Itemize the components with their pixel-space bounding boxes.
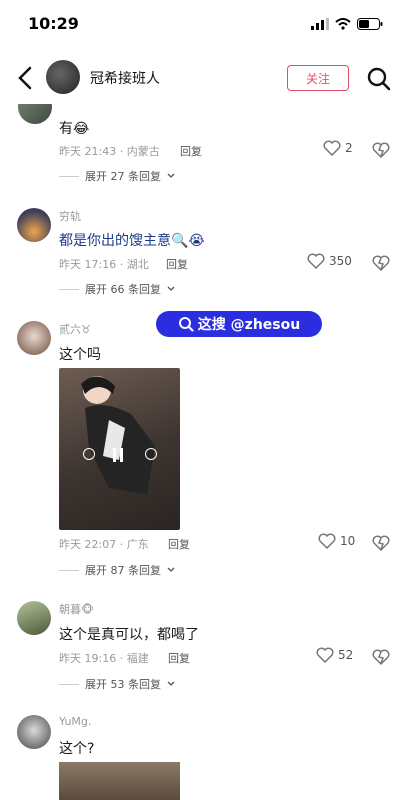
commenter-name[interactable]: 贰六♉: [59, 321, 91, 337]
reply-button[interactable]: 回复: [168, 536, 190, 552]
commenter-name[interactable]: 穷轨: [59, 208, 81, 224]
heart-icon: [318, 533, 336, 549]
commenter-avatar[interactable]: [17, 321, 51, 355]
expand-replies[interactable]: 展开 53 条回复: [59, 676, 175, 692]
commenter-name[interactable]: YuMg.: [59, 715, 91, 728]
back-arrow-icon[interactable]: [14, 64, 38, 92]
commenter-avatar[interactable]: [17, 208, 51, 242]
comment-text: 这个是真可以，都喝了: [59, 627, 199, 643]
chevron-down-icon: [167, 567, 175, 572]
comment-text: 有😂: [59, 121, 90, 137]
comment-time: 昨天 21:43: [59, 145, 117, 158]
watermark-badge: 这搜 @zhesou: [156, 311, 322, 337]
chevron-down-icon: [167, 681, 175, 686]
expand-replies[interactable]: 展开 66 条回复: [59, 281, 175, 297]
expand-label: 展开 53 条回复: [85, 678, 161, 691]
user-avatar[interactable]: [46, 60, 80, 94]
like-count: 350: [329, 254, 352, 268]
comment-meta: 昨天 22:07 · 广东: [59, 538, 149, 551]
heart-icon: [316, 647, 334, 663]
expand-divider: [59, 175, 79, 177]
comment-text: 这个吗: [59, 347, 101, 363]
signal-icon: [311, 18, 329, 30]
search-icon[interactable]: [366, 66, 392, 92]
wifi-icon: [335, 18, 351, 30]
expand-divider: [59, 288, 79, 290]
like-count: 52: [338, 648, 354, 662]
expand-label: 展开 66 条回复: [85, 283, 161, 296]
reply-button[interactable]: 回复: [166, 256, 188, 272]
comment-meta: 昨天 17:16 · 湖北: [59, 258, 149, 271]
battery-icon: [357, 18, 383, 30]
comment-video[interactable]: [59, 368, 180, 530]
search-icon: [178, 317, 194, 332]
expand-label: 展开 27 条回复: [85, 170, 161, 183]
pause-icon[interactable]: [113, 448, 125, 462]
status-icons: [311, 14, 383, 34]
heart-icon: [323, 140, 341, 156]
like-button[interactable]: 350: [307, 253, 352, 269]
dislike-icon[interactable]: [372, 254, 390, 272]
expand-divider: [59, 683, 79, 685]
expand-replies[interactable]: 展开 27 条回复: [59, 168, 175, 184]
comment-time: 昨天 19:16: [59, 652, 117, 665]
reply-button[interactable]: 回复: [168, 650, 190, 666]
comment-video[interactable]: [59, 762, 180, 800]
forward-icon[interactable]: [145, 448, 157, 460]
comment-meta: 昨天 21:43 · 内蒙古: [59, 145, 160, 158]
comment-time: 昨天 22:07: [59, 538, 117, 551]
commenter-avatar[interactable]: [18, 104, 52, 124]
expand-divider: [59, 569, 79, 571]
commenter-avatar[interactable]: [17, 601, 51, 635]
comment-text: 这个?: [59, 741, 95, 757]
comment-location: 内蒙古: [126, 145, 160, 158]
status-bar: 10:29: [0, 0, 405, 48]
follow-button[interactable]: 关注: [287, 65, 349, 91]
like-count: 2: [345, 141, 353, 155]
heart-icon: [307, 253, 325, 269]
reply-button[interactable]: 回复: [180, 143, 202, 159]
like-button[interactable]: 10: [318, 533, 355, 549]
expand-label: 展开 87 条回复: [85, 564, 161, 577]
comment-time: 昨天 17:16: [59, 258, 117, 271]
comment-location: 广东: [126, 538, 149, 551]
dislike-icon[interactable]: [372, 141, 390, 159]
comment-location: 福建: [126, 652, 149, 665]
dislike-icon[interactable]: [372, 534, 390, 552]
dislike-icon[interactable]: [372, 648, 390, 666]
commenter-name[interactable]: 朝暮🐵: [59, 601, 94, 617]
page-header: 冠希接班人 关注: [0, 52, 405, 104]
page-title[interactable]: 冠希接班人: [90, 68, 160, 88]
comment-location: 湖北: [126, 258, 149, 271]
rewind-icon[interactable]: [83, 448, 95, 460]
comment-text: 都是你出的馊主意🔍😭: [59, 233, 205, 249]
like-count: 10: [340, 534, 356, 548]
status-time: 10:29: [28, 14, 79, 33]
watermark-text: 这搜 @zhesou: [197, 317, 301, 333]
like-button[interactable]: 2: [323, 140, 353, 156]
comment-meta: 昨天 19:16 · 福建: [59, 652, 149, 665]
commenter-avatar[interactable]: [17, 715, 51, 749]
like-button[interactable]: 52: [316, 647, 353, 663]
expand-replies[interactable]: 展开 87 条回复: [59, 562, 175, 578]
chevron-down-icon: [167, 173, 175, 178]
chevron-down-icon: [167, 286, 175, 291]
